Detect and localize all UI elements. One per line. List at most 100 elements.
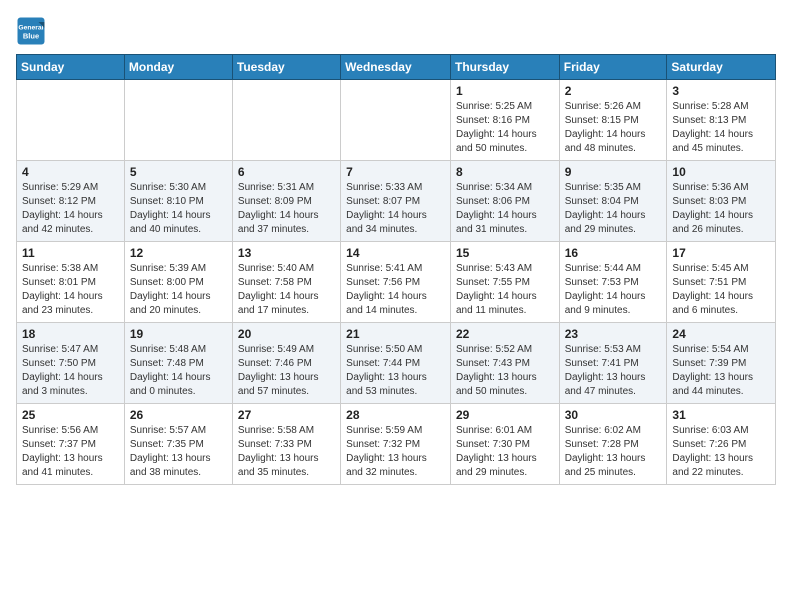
day-info: Sunrise: 6:02 AM Sunset: 7:28 PM Dayligh… <box>565 424 662 480</box>
day-number: 10 <box>672 165 770 179</box>
weekday-header-cell: Tuesday <box>232 55 340 80</box>
day-number: 18 <box>22 327 119 341</box>
day-number: 13 <box>238 246 335 260</box>
calendar-cell: 3Sunrise: 5:28 AM Sunset: 8:13 PM Daylig… <box>667 80 776 161</box>
day-number: 5 <box>130 165 227 179</box>
day-number: 7 <box>346 165 445 179</box>
day-info: Sunrise: 5:34 AM Sunset: 8:06 PM Dayligh… <box>456 181 554 237</box>
day-number: 19 <box>130 327 227 341</box>
calendar-cell: 18Sunrise: 5:47 AM Sunset: 7:50 PM Dayli… <box>17 323 125 404</box>
calendar-cell: 21Sunrise: 5:50 AM Sunset: 7:44 PM Dayli… <box>341 323 451 404</box>
calendar-cell: 2Sunrise: 5:26 AM Sunset: 8:15 PM Daylig… <box>559 80 667 161</box>
calendar-cell: 17Sunrise: 5:45 AM Sunset: 7:51 PM Dayli… <box>667 242 776 323</box>
calendar-cell: 13 Sunrise: 5:40 AM Sunset: 7:58 PM Dayli… <box>232 242 340 323</box>
day-info: Sunrise: 5:49 AM Sunset: 7:46 PM Dayligh… <box>238 343 335 399</box>
calendar-cell: 8 Sunrise: 5:34 AM Sunset: 8:06 PM Daylig… <box>450 161 559 242</box>
calendar-cell: 24 Sunrise: 5:54 AM Sunset: 7:39 PM Dayli… <box>667 323 776 404</box>
day-info: Sunrise: 5:59 AM Sunset: 7:32 PM Dayligh… <box>346 424 445 480</box>
day-info: Sunrise: 5:40 AM Sunset: 7:58 PM Dayligh… <box>238 262 335 318</box>
calendar-cell: 7 Sunrise: 5:33 AM Sunset: 8:07 PM Daylig… <box>341 161 451 242</box>
day-info: Sunrise: 5:54 AM Sunset: 7:39 PM Dayligh… <box>672 343 770 399</box>
day-info: Sunrise: 5:43 AM Sunset: 7:55 PM Dayligh… <box>456 262 554 318</box>
day-number: 30 <box>565 408 662 422</box>
calendar-cell <box>17 80 125 161</box>
day-number: 11 <box>22 246 119 260</box>
day-info: Sunrise: 5:39 AM Sunset: 8:00 PM Dayligh… <box>130 262 227 318</box>
day-info: Sunrise: 5:38 AM Sunset: 8:01 PM Dayligh… <box>22 262 119 318</box>
calendar-week-row: 1 Sunrise: 5:25 AM Sunset: 8:16 PM Daylig… <box>17 80 776 161</box>
day-info: Sunrise: 5:41 AM Sunset: 7:56 PM Dayligh… <box>346 262 445 318</box>
calendar-cell: 25 Sunrise: 5:56 AM Sunset: 7:37 PM Dayli… <box>17 404 125 485</box>
day-number: 31 <box>672 408 770 422</box>
calendar-week-row: 25 Sunrise: 5:56 AM Sunset: 7:37 PM Dayli… <box>17 404 776 485</box>
day-info: Sunrise: 5:50 AM Sunset: 7:44 PM Dayligh… <box>346 343 445 399</box>
calendar-cell: 19 Sunrise: 5:48 AM Sunset: 7:48 PM Dayli… <box>124 323 232 404</box>
calendar-body: 1 Sunrise: 5:25 AM Sunset: 8:16 PM Daylig… <box>17 80 776 485</box>
logo-icon: General Blue <box>16 16 46 46</box>
weekday-header-cell: Wednesday <box>341 55 451 80</box>
day-number: 1 <box>456 84 554 98</box>
day-info: Sunrise: 5:48 AM Sunset: 7:48 PM Dayligh… <box>130 343 227 399</box>
calendar-table: SundayMondayTuesdayWednesdayThursdayFrid… <box>16 54 776 485</box>
calendar-cell <box>232 80 340 161</box>
day-info: Sunrise: 5:35 AM Sunset: 8:04 PM Dayligh… <box>565 181 662 237</box>
day-number: 14 <box>346 246 445 260</box>
svg-text:Blue: Blue <box>23 32 39 41</box>
day-number: 20 <box>238 327 335 341</box>
day-info: Sunrise: 6:01 AM Sunset: 7:30 PM Dayligh… <box>456 424 554 480</box>
day-info: Sunrise: 5:36 AM Sunset: 8:03 PM Dayligh… <box>672 181 770 237</box>
calendar-cell: 20 Sunrise: 5:49 AM Sunset: 7:46 PM Dayli… <box>232 323 340 404</box>
day-number: 12 <box>130 246 227 260</box>
calendar-cell: 16 Sunrise: 5:44 AM Sunset: 7:53 PM Dayli… <box>559 242 667 323</box>
day-info: Sunrise: 5:58 AM Sunset: 7:33 PM Dayligh… <box>238 424 335 480</box>
calendar-cell: 26 Sunrise: 5:57 AM Sunset: 7:35 PM Dayli… <box>124 404 232 485</box>
weekday-header-cell: Thursday <box>450 55 559 80</box>
calendar-week-row: 11 Sunrise: 5:38 AM Sunset: 8:01 PM Dayli… <box>17 242 776 323</box>
day-number: 28 <box>346 408 445 422</box>
calendar-cell: 22 Sunrise: 5:52 AM Sunset: 7:43 PM Dayli… <box>450 323 559 404</box>
calendar-cell: 10 Sunrise: 5:36 AM Sunset: 8:03 PM Dayli… <box>667 161 776 242</box>
day-info: Sunrise: 5:28 AM Sunset: 8:13 PM Dayligh… <box>672 100 770 156</box>
day-number: 27 <box>238 408 335 422</box>
calendar-cell: 1 Sunrise: 5:25 AM Sunset: 8:16 PM Daylig… <box>450 80 559 161</box>
day-number: 16 <box>565 246 662 260</box>
calendar-cell: 5Sunrise: 5:30 AM Sunset: 8:10 PM Daylig… <box>124 161 232 242</box>
calendar-cell: 4Sunrise: 5:29 AM Sunset: 8:12 PM Daylig… <box>17 161 125 242</box>
day-info: Sunrise: 5:56 AM Sunset: 7:37 PM Dayligh… <box>22 424 119 480</box>
calendar-cell: 9 Sunrise: 5:35 AM Sunset: 8:04 PM Daylig… <box>559 161 667 242</box>
day-number: 29 <box>456 408 554 422</box>
calendar-week-row: 18Sunrise: 5:47 AM Sunset: 7:50 PM Dayli… <box>17 323 776 404</box>
day-number: 6 <box>238 165 335 179</box>
day-info: Sunrise: 5:25 AM Sunset: 8:16 PM Dayligh… <box>456 100 554 156</box>
day-info: Sunrise: 5:44 AM Sunset: 7:53 PM Dayligh… <box>565 262 662 318</box>
day-number: 8 <box>456 165 554 179</box>
calendar-week-row: 4Sunrise: 5:29 AM Sunset: 8:12 PM Daylig… <box>17 161 776 242</box>
day-number: 24 <box>672 327 770 341</box>
day-info: Sunrise: 5:31 AM Sunset: 8:09 PM Dayligh… <box>238 181 335 237</box>
day-info: Sunrise: 5:52 AM Sunset: 7:43 PM Dayligh… <box>456 343 554 399</box>
day-info: Sunrise: 6:03 AM Sunset: 7:26 PM Dayligh… <box>672 424 770 480</box>
day-number: 25 <box>22 408 119 422</box>
day-info: Sunrise: 5:33 AM Sunset: 8:07 PM Dayligh… <box>346 181 445 237</box>
day-info: Sunrise: 5:45 AM Sunset: 7:51 PM Dayligh… <box>672 262 770 318</box>
day-info: Sunrise: 5:29 AM Sunset: 8:12 PM Dayligh… <box>22 181 119 237</box>
calendar-cell <box>341 80 451 161</box>
day-info: Sunrise: 5:57 AM Sunset: 7:35 PM Dayligh… <box>130 424 227 480</box>
day-number: 15 <box>456 246 554 260</box>
weekday-header-cell: Friday <box>559 55 667 80</box>
weekday-header-row: SundayMondayTuesdayWednesdayThursdayFrid… <box>17 55 776 80</box>
day-number: 23 <box>565 327 662 341</box>
calendar-cell: 11 Sunrise: 5:38 AM Sunset: 8:01 PM Dayli… <box>17 242 125 323</box>
calendar-cell: 27 Sunrise: 5:58 AM Sunset: 7:33 PM Dayli… <box>232 404 340 485</box>
calendar-cell: 15 Sunrise: 5:43 AM Sunset: 7:55 PM Dayli… <box>450 242 559 323</box>
calendar-cell: 23 Sunrise: 5:53 AM Sunset: 7:41 PM Dayli… <box>559 323 667 404</box>
day-number: 22 <box>456 327 554 341</box>
day-number: 9 <box>565 165 662 179</box>
logo: General Blue <box>16 16 46 46</box>
day-info: Sunrise: 5:53 AM Sunset: 7:41 PM Dayligh… <box>565 343 662 399</box>
weekday-header-cell: Saturday <box>667 55 776 80</box>
day-info: Sunrise: 5:26 AM Sunset: 8:15 PM Dayligh… <box>565 100 662 156</box>
calendar-cell: 28 Sunrise: 5:59 AM Sunset: 7:32 PM Dayli… <box>341 404 451 485</box>
calendar-cell: 6 Sunrise: 5:31 AM Sunset: 8:09 PM Daylig… <box>232 161 340 242</box>
day-number: 26 <box>130 408 227 422</box>
